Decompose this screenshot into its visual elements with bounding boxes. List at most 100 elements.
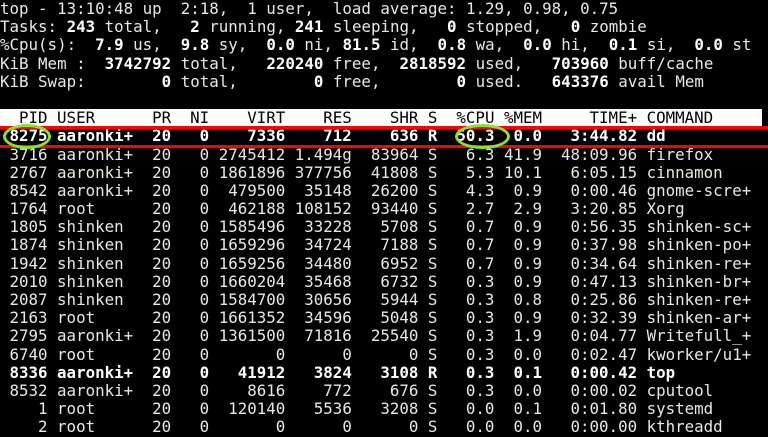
summary-value: 2818592: [399, 53, 467, 73]
cell-pid: 2163: [9, 308, 48, 328]
cell-time: 0:37.98: [570, 235, 638, 255]
cell-time: 48:09.96: [561, 144, 638, 164]
process-row[interactable]: 8542 aaronki+ 20 0 479500 35148 26200 S 4.3 0.9 0:…: [0, 180, 768, 200]
cell-cpu: 0.7: [465, 253, 495, 273]
process-row[interactable]: 1874 shinken 20 0 1659296 34724 7188 S 0.7 0.9 0:3…: [0, 236, 768, 254]
cell-cpu: 0.3: [465, 326, 495, 346]
cell-cpu: 5.3: [465, 162, 495, 182]
cell-nice: 0: [199, 271, 210, 291]
cell-priority: 20: [152, 362, 172, 382]
cell-shr: 7188: [380, 235, 419, 255]
process-row[interactable]: 2163 root 20 0 1661352 34596 5048 S 0.3 0.9 0:32.3…: [0, 308, 768, 328]
process-row[interactable]: 6740 root 20 0 0 0 0 S 0.3 0.0 0:02.47 kworker/u1+: [0, 344, 768, 364]
cell-nice: 0: [199, 326, 210, 346]
process-row[interactable]: 8336 aaronki+ 20 0 41912 3824 3108 R 0.3 0.1 0:00.…: [0, 362, 768, 382]
cell-res: 30656: [304, 290, 352, 309]
cell-priority: 20: [152, 326, 172, 346]
cell-virt: 7336: [247, 126, 286, 146]
cell-mem: 0.8: [513, 290, 542, 309]
cell-cpu: 0.7: [465, 235, 495, 255]
cell-state: S: [427, 162, 438, 182]
cell-shr: 636: [389, 126, 419, 146]
summary-value: 0: [95, 71, 172, 91]
cell-command: shinken-sc+: [646, 217, 752, 237]
column-header-shr: SHR: [389, 108, 419, 128]
cell-command: dd: [646, 126, 666, 146]
process-table: 8275 aaronki+ 20 0 7336 712 636 R 50.3 0.0 3:44.82…: [0, 127, 768, 436]
column-header: PID USER PR NI VIRT RES SHR S %CPU %MEM TIME+ COMMA…: [0, 108, 762, 128]
cell-time: 0:00.46: [570, 180, 638, 200]
pid-highlight-circle: [3, 124, 51, 149]
cell-state: S: [427, 180, 438, 200]
cell-user: aaronki+: [57, 144, 134, 164]
process-row[interactable]: 2795 aaronki+ 20 0 1361500 71816 25540 S 0.3 1.9 0…: [0, 327, 768, 345]
column-header-state: S: [427, 108, 438, 128]
cell-user: root: [57, 399, 96, 419]
cell-shr: 6732: [380, 271, 419, 291]
process-row[interactable]: 1942 shinken 20 0 1659256 34480 6952 S 0.7 0.9 0:3…: [0, 253, 768, 273]
column-header-nice: NI: [190, 108, 210, 128]
cell-res: 772: [323, 380, 352, 400]
cell-shr: 83964: [370, 144, 419, 164]
cell-res: 712: [323, 126, 352, 146]
cell-user: shinken: [57, 290, 124, 309]
process-row[interactable]: 3716 aaronki+ 20 0 2745412 1.494g 83964 S 6.3 41.…: [0, 144, 768, 164]
cell-priority: 20: [152, 144, 172, 164]
cell-shr: 3108: [380, 362, 419, 382]
process-row[interactable]: 2010 shinken 20 0 1660204 35468 6732 S 0.3 0.9 0:4…: [0, 271, 768, 291]
process-row[interactable]: 1764 root 20 0 462188 108152 93440 S 2.7 2.9 3:20.…: [0, 199, 768, 219]
process-row[interactable]: 2087 shinken 20 0 1584700 30656 5944 S 0.3 0.8 0:2…: [0, 290, 768, 309]
cell-cpu: 0.3: [465, 308, 495, 328]
summary-label: KiB Swap:: [0, 71, 96, 91]
cell-res: 35148: [304, 180, 352, 200]
cell-user: aaronki+: [57, 362, 134, 382]
column-header-command: COMMAND: [646, 108, 714, 128]
cell-user: shinken: [57, 271, 124, 291]
summary-line: KiB Swap: 0 total, 0 free, 0 used. 64337…: [0, 71, 768, 91]
cell-res: 71816: [304, 326, 352, 346]
cell-time: 0:32.39: [570, 308, 638, 328]
summary-label: buff/cache: [608, 53, 714, 73]
summary-value: 0.0: [684, 35, 723, 55]
cell-command: shinken-re+: [646, 253, 752, 273]
summary-value: 0: [399, 71, 467, 91]
cell-pid: 2010: [9, 271, 48, 291]
process-row[interactable]: 8532 aaronki+ 20 0 8616 772 676 S 0.3 0.0 0:00.02 c…: [0, 380, 768, 400]
cell-user: root: [57, 199, 96, 219]
cell-time: 0:00.42: [570, 362, 638, 382]
summary-label: ni,: [294, 35, 343, 55]
cell-user: aaronki+: [57, 380, 134, 400]
process-row[interactable]: 1805 shinken 20 0 1585496 33228 5708 S 0.7 0.9 0:5…: [0, 218, 768, 236]
cell-priority: 20: [152, 380, 172, 400]
summary-value: 0.1: [599, 35, 638, 55]
cell-user: root: [57, 417, 96, 437]
cell-command: top: [646, 362, 676, 382]
cell-res: 0: [342, 417, 352, 437]
process-row[interactable]: 2 root 20 0 0 0 0 S 0.0 0.0 0:00.00 kthreadd: [0, 418, 768, 436]
cell-state: R: [427, 362, 438, 382]
summary-line: top - 13:10:48 up 2:18, 1 user, load ave…: [0, 0, 768, 18]
summary-line: KiB Mem : 3742792 total, 220240 free, 28…: [0, 53, 768, 73]
cell-priority: 20: [152, 199, 172, 219]
summary-label: sy,: [209, 35, 257, 55]
cell-nice: 0: [199, 199, 210, 219]
cell-pid: 8336: [9, 362, 48, 382]
cell-shr: 25540: [370, 326, 419, 346]
cell-shr: 41808: [370, 162, 419, 182]
cell-state: S: [427, 217, 438, 237]
cell-user: aaronki+: [57, 180, 134, 200]
cell-priority: 20: [152, 217, 172, 237]
process-row[interactable]: 8275 aaronki+ 20 0 7336 712 636 R 50.3 0.0 3:44.82…: [0, 127, 768, 145]
cell-priority: 20: [152, 417, 172, 437]
cell-command: Xorg: [646, 199, 685, 219]
cell-cpu: 0.3: [465, 344, 495, 364]
process-row[interactable]: 1 root 20 0 120140 5536 3208 S 0.0 0.1 0:01.80 syst…: [0, 399, 768, 419]
process-row[interactable]: 2767 aaronki+ 20 0 1861896 377756 41808 S 5.3 10.…: [0, 162, 768, 182]
summary-value: 7.9: [85, 35, 124, 55]
cell-res: 5536: [313, 399, 352, 419]
cell-virt: 462188: [228, 199, 286, 219]
summary-label: %Cpu(s):: [0, 35, 86, 55]
cell-mem: 0.9: [513, 235, 542, 255]
cell-time: 0:04.77: [570, 326, 638, 346]
